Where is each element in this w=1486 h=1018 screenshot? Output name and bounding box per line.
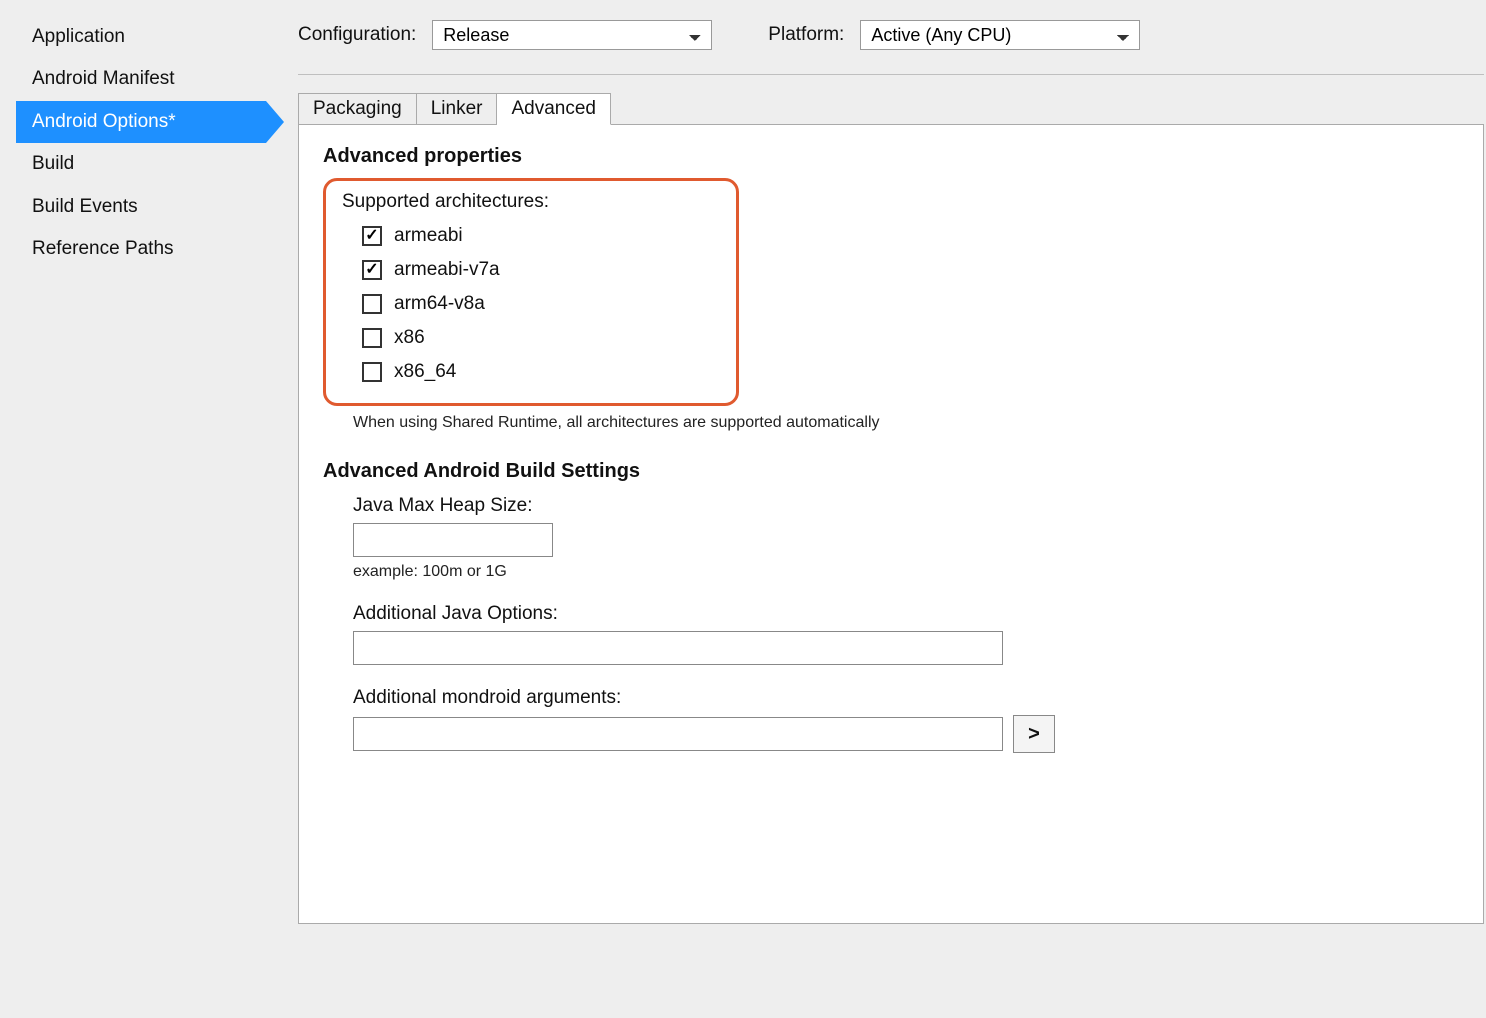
supported-architectures-label: Supported architectures: [342, 191, 720, 213]
main-panel: Configuration: Release Platform: Active … [298, 20, 1484, 924]
checkbox-arm64-v8a[interactable] [362, 294, 382, 314]
tab-advanced[interactable]: Advanced [497, 93, 611, 125]
checkbox-label-armeabi-v7a: armeabi-v7a [394, 259, 500, 281]
checkbox-armeabi-v7a[interactable] [362, 260, 382, 280]
tab-packaging[interactable]: Packaging [298, 93, 417, 125]
java-heap-example: example: 100m or 1G [353, 563, 1459, 581]
shared-runtime-hint: When using Shared Runtime, all architect… [353, 414, 1459, 432]
java-options-input[interactable] [353, 631, 1003, 665]
checkbox-label-x86: x86 [394, 327, 425, 349]
mondroid-more-button[interactable]: > [1013, 715, 1055, 753]
configuration-label: Configuration: [298, 24, 416, 46]
checkbox-label-arm64-v8a: arm64-v8a [394, 293, 485, 315]
sidebar: Application Android Manifest Android Opt… [16, 16, 266, 270]
platform-select[interactable]: Active (Any CPU) [860, 20, 1140, 50]
platform-label: Platform: [768, 24, 844, 46]
sidebar-item-reference-paths[interactable]: Reference Paths [16, 228, 266, 270]
advanced-properties-heading: Advanced properties [323, 145, 1459, 168]
checkbox-label-armeabi: armeabi [394, 225, 463, 247]
java-options-label: Additional Java Options: [353, 603, 1459, 625]
tab-linker[interactable]: Linker [417, 93, 498, 125]
advanced-build-settings-heading: Advanced Android Build Settings [323, 460, 1459, 483]
sidebar-item-application[interactable]: Application [16, 16, 266, 58]
configuration-select[interactable]: Release [432, 20, 712, 50]
sidebar-item-android-options[interactable]: Android Options* [16, 101, 266, 143]
java-heap-input[interactable] [353, 523, 553, 557]
config-row: Configuration: Release Platform: Active … [298, 20, 1484, 75]
sidebar-item-build[interactable]: Build [16, 143, 266, 185]
java-heap-label: Java Max Heap Size: [353, 495, 1459, 517]
sidebar-item-build-events[interactable]: Build Events [16, 186, 266, 228]
supported-architectures-group: Supported architectures: armeabi armeabi… [323, 178, 739, 406]
mondroid-args-input[interactable] [353, 717, 1003, 751]
checkbox-x86-64[interactable] [362, 362, 382, 382]
mondroid-args-label: Additional mondroid arguments: [353, 687, 1459, 709]
checkbox-armeabi[interactable] [362, 226, 382, 246]
sidebar-item-android-manifest[interactable]: Android Manifest [16, 58, 266, 100]
checkbox-x86[interactable] [362, 328, 382, 348]
checkbox-label-x86-64: x86_64 [394, 361, 456, 383]
tabs: Packaging Linker Advanced [298, 93, 1484, 125]
tab-panel-advanced: Advanced properties Supported architectu… [298, 124, 1484, 924]
